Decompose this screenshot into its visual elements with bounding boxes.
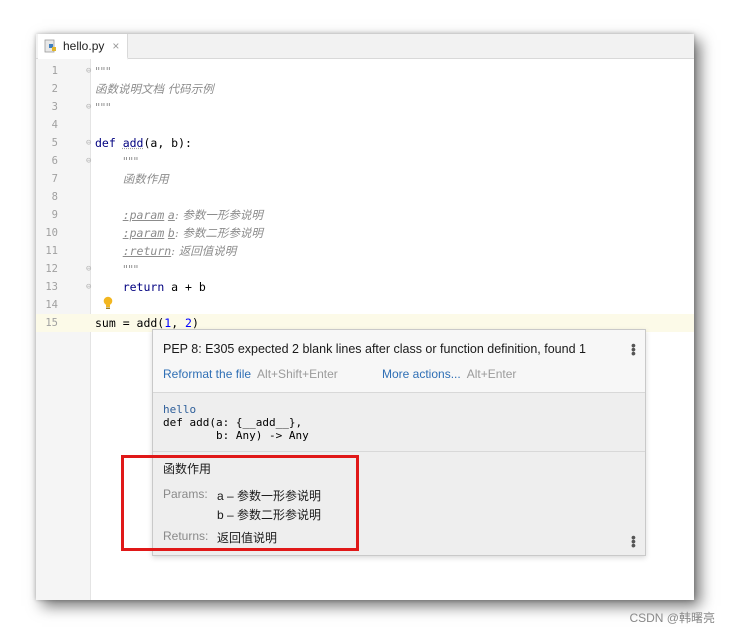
code-token: a: [167, 208, 175, 222]
code-token: """: [95, 64, 111, 78]
code-text: :param a: 参数一形参说明: [95, 206, 263, 224]
popup-header: PEP 8: E305 expected 2 blank lines after…: [153, 330, 645, 393]
code-line[interactable]: 6 ⊖ """: [36, 152, 694, 170]
signature-section: hello def add(a: {__add__}, b: Any) -> A…: [153, 393, 645, 452]
fold-icon[interactable]: ⊖: [86, 260, 94, 278]
code-token: (a, b):: [143, 136, 192, 150]
code-text: :return: 返回值说明: [95, 242, 237, 260]
code-token: 函数说明文档 代码示例: [95, 82, 214, 96]
code-token: return: [122, 280, 165, 294]
fold-icon[interactable]: ⊖: [86, 278, 94, 296]
code-text: """: [95, 260, 139, 278]
code-text: :param b: 参数二形参说明: [95, 224, 263, 242]
code-token: ): [191, 316, 199, 330]
watermark: CSDN @韩曙亮: [629, 611, 715, 625]
line-number: 5: [51, 137, 58, 149]
code-line[interactable]: 7 函数作用: [36, 170, 694, 188]
module-name: hello: [163, 403, 197, 416]
line-number: 10: [45, 227, 58, 239]
line-number: 6: [51, 155, 58, 167]
code-line[interactable]: 2 函数说明文档 代码示例: [36, 80, 694, 98]
fold-icon[interactable]: ⊖: [86, 152, 94, 170]
signature-line-1: def add(a: {__add__},: [163, 416, 303, 429]
more-options-icon[interactable]: • • •: [631, 338, 636, 360]
line-number: 8: [51, 191, 58, 203]
line-number: 12: [45, 263, 58, 275]
code-token: a + b: [164, 280, 206, 294]
line-number: 15: [45, 317, 58, 329]
tab-bar: hello.py ×: [36, 34, 694, 60]
code-line[interactable]: 9 :param a: 参数一形参说明: [36, 206, 694, 224]
code-text: """: [95, 152, 139, 170]
code-line[interactable]: 5 ⊖ def add(a, b):: [36, 134, 694, 152]
red-highlight-box: [121, 455, 359, 551]
code-text: """: [95, 62, 111, 80]
fold-icon[interactable]: ⊖: [86, 98, 94, 116]
code-token: :param: [122, 208, 165, 222]
code-text: 函数作用: [95, 170, 169, 188]
line-number: 14: [45, 299, 58, 311]
code-line[interactable]: 4: [36, 116, 694, 134]
tab-hello-py[interactable]: hello.py ×: [38, 34, 129, 60]
code-token: 函数作用: [122, 172, 169, 186]
more-actions[interactable]: More actions... Alt+Enter: [382, 367, 516, 381]
code-token: sum = add(: [95, 316, 165, 330]
code-line[interactable]: 12 ⊖ """: [36, 260, 694, 278]
code-text: def add(a, b):: [95, 134, 192, 152]
code-line[interactable]: 3 ⊖ """: [36, 98, 694, 116]
code-token: """: [122, 262, 139, 276]
python-file-icon: [44, 39, 56, 52]
more-actions-link[interactable]: More actions...: [382, 367, 461, 381]
line-number: 2: [51, 83, 58, 95]
code-token: add: [122, 136, 144, 150]
code-token: """: [122, 154, 139, 168]
line-number: 13: [45, 281, 58, 293]
line-number: 4: [51, 119, 58, 131]
code-token: :return: [122, 244, 172, 258]
code-token: ,: [171, 316, 186, 330]
code-text: return a + b: [95, 278, 206, 296]
code-line[interactable]: 1 ⊖ """: [36, 62, 694, 80]
tab-label: hello.py: [63, 38, 105, 53]
pep8-warning-message: PEP 8: E305 expected 2 blank lines after…: [163, 342, 586, 356]
code-token: : 参数二形参说明: [174, 226, 263, 240]
close-icon[interactable]: ×: [112, 39, 119, 53]
code-line[interactable]: 11 :return: 返回值说明: [36, 242, 694, 260]
code-line[interactable]: 13 ⊖ return a + b: [36, 278, 694, 296]
code-line[interactable]: 8: [36, 188, 694, 206]
fold-icon[interactable]: ⊖: [86, 62, 94, 80]
doc-more-options-icon[interactable]: • • •: [631, 530, 636, 552]
code-token: :param: [122, 226, 165, 240]
line-number: 7: [51, 173, 58, 185]
line-number: 1: [51, 65, 58, 77]
reformat-link[interactable]: Reformat the file: [163, 367, 251, 381]
code-line[interactable]: 14: [36, 296, 694, 314]
code-token: def: [95, 136, 123, 150]
code-token: b: [167, 226, 175, 240]
code-token: : 参数一形参说明: [174, 208, 263, 222]
code-text: """: [95, 98, 111, 116]
fold-icon[interactable]: ⊖: [86, 134, 94, 152]
code-token: 2: [185, 316, 192, 330]
code-token: : 返回值说明: [171, 244, 237, 258]
reformat-action[interactable]: Reformat the file Alt+Shift+Enter: [163, 367, 338, 381]
code-line[interactable]: 10 :param b: 参数二形参说明: [36, 224, 694, 242]
more-actions-shortcut: Alt+Enter: [466, 367, 517, 381]
reformat-shortcut: Alt+Shift+Enter: [257, 367, 338, 381]
code-text: 函数说明文档 代码示例: [95, 80, 214, 98]
signature-line-2: b: Any) -> Any: [163, 429, 309, 442]
line-number: 11: [45, 245, 58, 257]
code-token: """: [95, 100, 111, 114]
line-number: 9: [51, 209, 58, 221]
line-number: 3: [51, 101, 58, 113]
lightbulb-icon[interactable]: [103, 296, 113, 310]
